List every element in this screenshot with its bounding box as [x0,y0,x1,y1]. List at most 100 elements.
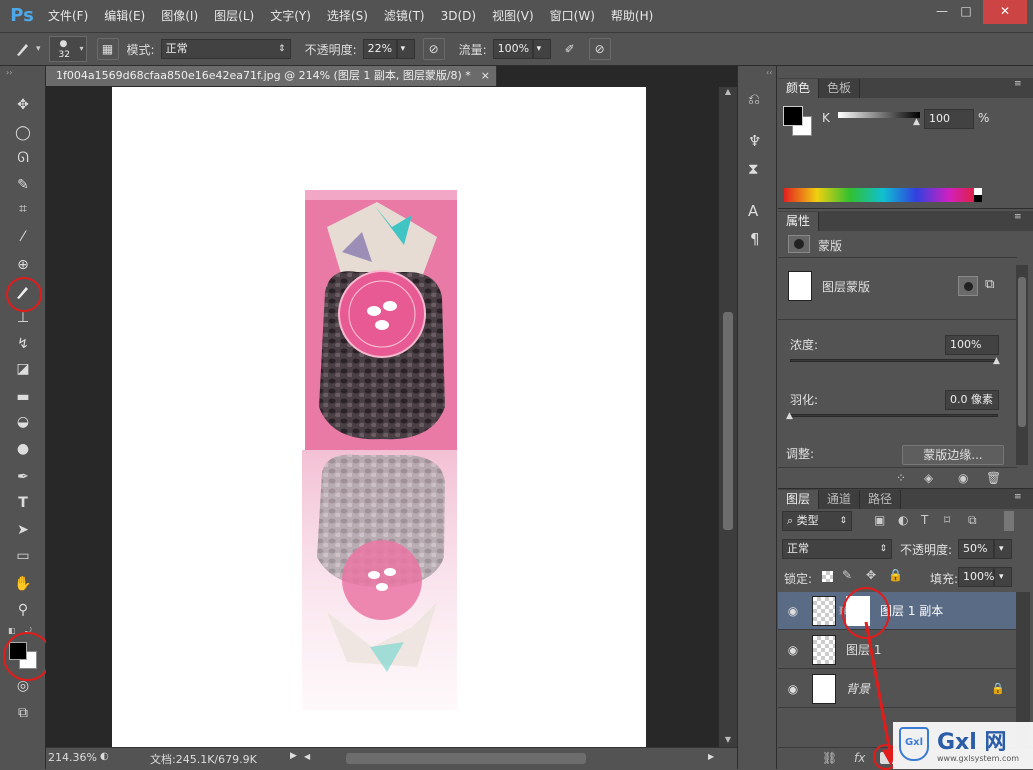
layer-filter-select[interactable]: ⌕ 类型 ⇕ [782,511,852,531]
vector-mask-icon[interactable]: ⧉ [985,277,994,292]
layer-thumbnail[interactable] [812,634,836,665]
maximize-button[interactable]: □ [949,0,983,24]
scroll-thumb[interactable] [723,312,733,530]
adjustment-filter-icon[interactable]: ◐ [898,513,908,527]
k-value-input[interactable]: 100 [924,109,974,129]
white-swatch[interactable] [974,188,982,195]
menu-select[interactable]: 选择(S) [319,0,376,32]
lock-transparency-icon[interactable] [822,571,833,582]
flow-input[interactable]: 100% [492,39,533,59]
apply-mask-icon[interactable]: ◈ [924,471,933,485]
expand-panels-icon[interactable]: ‹‹ [766,68,772,77]
screen-mode-icon[interactable]: ⧉ [10,702,36,724]
lock-all-icon[interactable]: 🔒 [888,568,903,582]
status-menu-icon[interactable]: ▶ [290,751,297,761]
slider-handle-icon[interactable]: ▲ [913,117,920,127]
healing-brush-tool-icon[interactable]: ⊕ [10,254,36,276]
crop-tool-icon[interactable]: ⌗ [10,198,36,220]
flow-dropdown-icon[interactable]: ▾ [532,39,551,59]
pixel-filter-icon[interactable]: ▣ [874,513,885,527]
type-filter-icon[interactable]: T [921,513,928,527]
shape-filter-icon[interactable]: ⌑ [944,513,950,527]
blur-tool-icon[interactable]: ◒ [10,411,36,433]
horizontal-scroll-thumb[interactable] [346,753,586,764]
hand-tool-icon[interactable]: ✋ [10,573,36,595]
layer-opacity-input[interactable]: 50% [958,539,994,559]
history-brush-tool-icon[interactable]: ↯ [10,333,36,355]
color-spectrum[interactable] [784,188,982,202]
zoom-tool-icon[interactable]: ⚲ [10,599,36,621]
scroll-up-icon[interactable]: ▲ [719,87,737,96]
brush-panel-toggle-icon[interactable]: ▦ [96,38,119,60]
canvas[interactable] [112,87,646,747]
blend-mode-select[interactable]: 正常 ⇕ [782,539,892,559]
mode-select[interactable]: 正常 ⇕ [160,39,291,59]
slider-handle-icon[interactable]: ▲ [993,356,1000,366]
vertical-scrollbar[interactable]: ▲ ▼ [719,87,737,747]
brush-tool-preset-icon[interactable] [12,38,34,60]
brush-presets-icon[interactable]: ♆ [748,132,761,150]
tab-properties[interactable]: 属性 [778,212,820,231]
layer-mask-thumbnail[interactable] [788,271,812,301]
layers-menu-icon[interactable]: ≡ [1014,492,1022,502]
history-panel-icon[interactable]: ⎌ [748,90,760,108]
rectangle-tool-icon[interactable]: ▭ [10,545,36,567]
pressure-opacity-icon[interactable]: ⊘ [422,38,445,60]
tab-paths[interactable]: 路径 [860,490,902,509]
menu-edit[interactable]: 编辑(E) [96,0,153,32]
visibility-eye-icon[interactable]: ◉ [778,643,808,657]
tab-swatches[interactable]: 色板 [819,79,861,98]
status-info-icon[interactable]: ◐ [100,751,109,762]
opacity-input[interactable]: 22% [362,39,397,59]
slider-handle-icon[interactable]: ▲ [786,411,793,421]
menu-file[interactable]: 文件(F) [40,0,96,32]
panel-menu-icon[interactable]: ≡ [1014,79,1022,89]
lock-position-icon[interactable]: ✥ [866,568,876,582]
fill-dropdown-icon[interactable]: ▾ [994,567,1012,587]
density-input[interactable]: 100% [945,335,999,355]
visibility-eye-icon[interactable]: ◉ [778,682,808,696]
marquee-tool-icon[interactable]: ◯ [10,122,36,144]
lasso-tool-icon[interactable]: ᘏ [10,147,36,169]
menu-help[interactable]: 帮助(H) [603,0,661,32]
default-colors-icon[interactable]: ◧ [8,626,16,635]
filter-toggle[interactable] [1004,511,1014,531]
menu-3d[interactable]: 3D(D) [433,0,484,32]
layer-thumbnail[interactable] [812,673,836,704]
fill-input[interactable]: 100% [958,567,994,587]
k-slider[interactable] [838,112,920,118]
layer-thumbnail[interactable] [812,595,836,626]
foreground-swatch[interactable] [783,106,803,126]
pixel-mask-button[interactable] [958,276,978,296]
move-tool-icon[interactable]: ✥ [10,94,36,116]
path-select-tool-icon[interactable]: ➤ [10,519,36,541]
scroll-left-icon[interactable]: ◀ [304,752,310,761]
dodge-tool-icon[interactable]: ● [10,438,36,460]
paragraph-panel-icon[interactable]: ¶ [750,230,760,248]
density-slider[interactable] [790,359,998,362]
pen-tool-icon[interactable]: ✒ [10,466,36,488]
menu-layer[interactable]: 图层(L) [206,0,262,32]
menu-window[interactable]: 窗口(W) [542,0,603,32]
menu-image[interactable]: 图像(I) [153,0,206,32]
quick-select-tool-icon[interactable]: ✎ [10,174,36,196]
load-selection-icon[interactable]: ⁘ [896,471,906,485]
menu-filter[interactable]: 滤镜(T) [376,0,433,32]
lock-pixels-icon[interactable]: ✎ [842,568,852,582]
airbrush-icon[interactable]: ✐ [559,38,581,60]
eraser-tool-icon[interactable]: ◪ [10,358,36,380]
adjust-sliders-icon[interactable]: ⧗ [748,160,759,178]
zoom-level[interactable]: 214.36% [48,751,97,764]
pressure-size-icon[interactable]: ⊘ [588,38,611,60]
scroll-down-icon[interactable]: ▼ [719,735,737,744]
tab-layers[interactable]: 图层 [778,490,820,509]
trash-icon[interactable]: 🗑 [986,471,1001,485]
feather-slider[interactable] [790,414,998,417]
collapse-icon[interactable]: ›› [6,68,12,77]
properties-scrollbar[interactable] [1016,265,1028,465]
eyedropper-tool-icon[interactable]: ⁄ [10,226,36,248]
close-window-button[interactable]: ✕ [983,0,1027,24]
tab-channels[interactable]: 通道 [819,490,861,509]
close-tab-icon[interactable]: × [481,66,490,86]
type-tool-icon[interactable]: T [10,492,36,514]
